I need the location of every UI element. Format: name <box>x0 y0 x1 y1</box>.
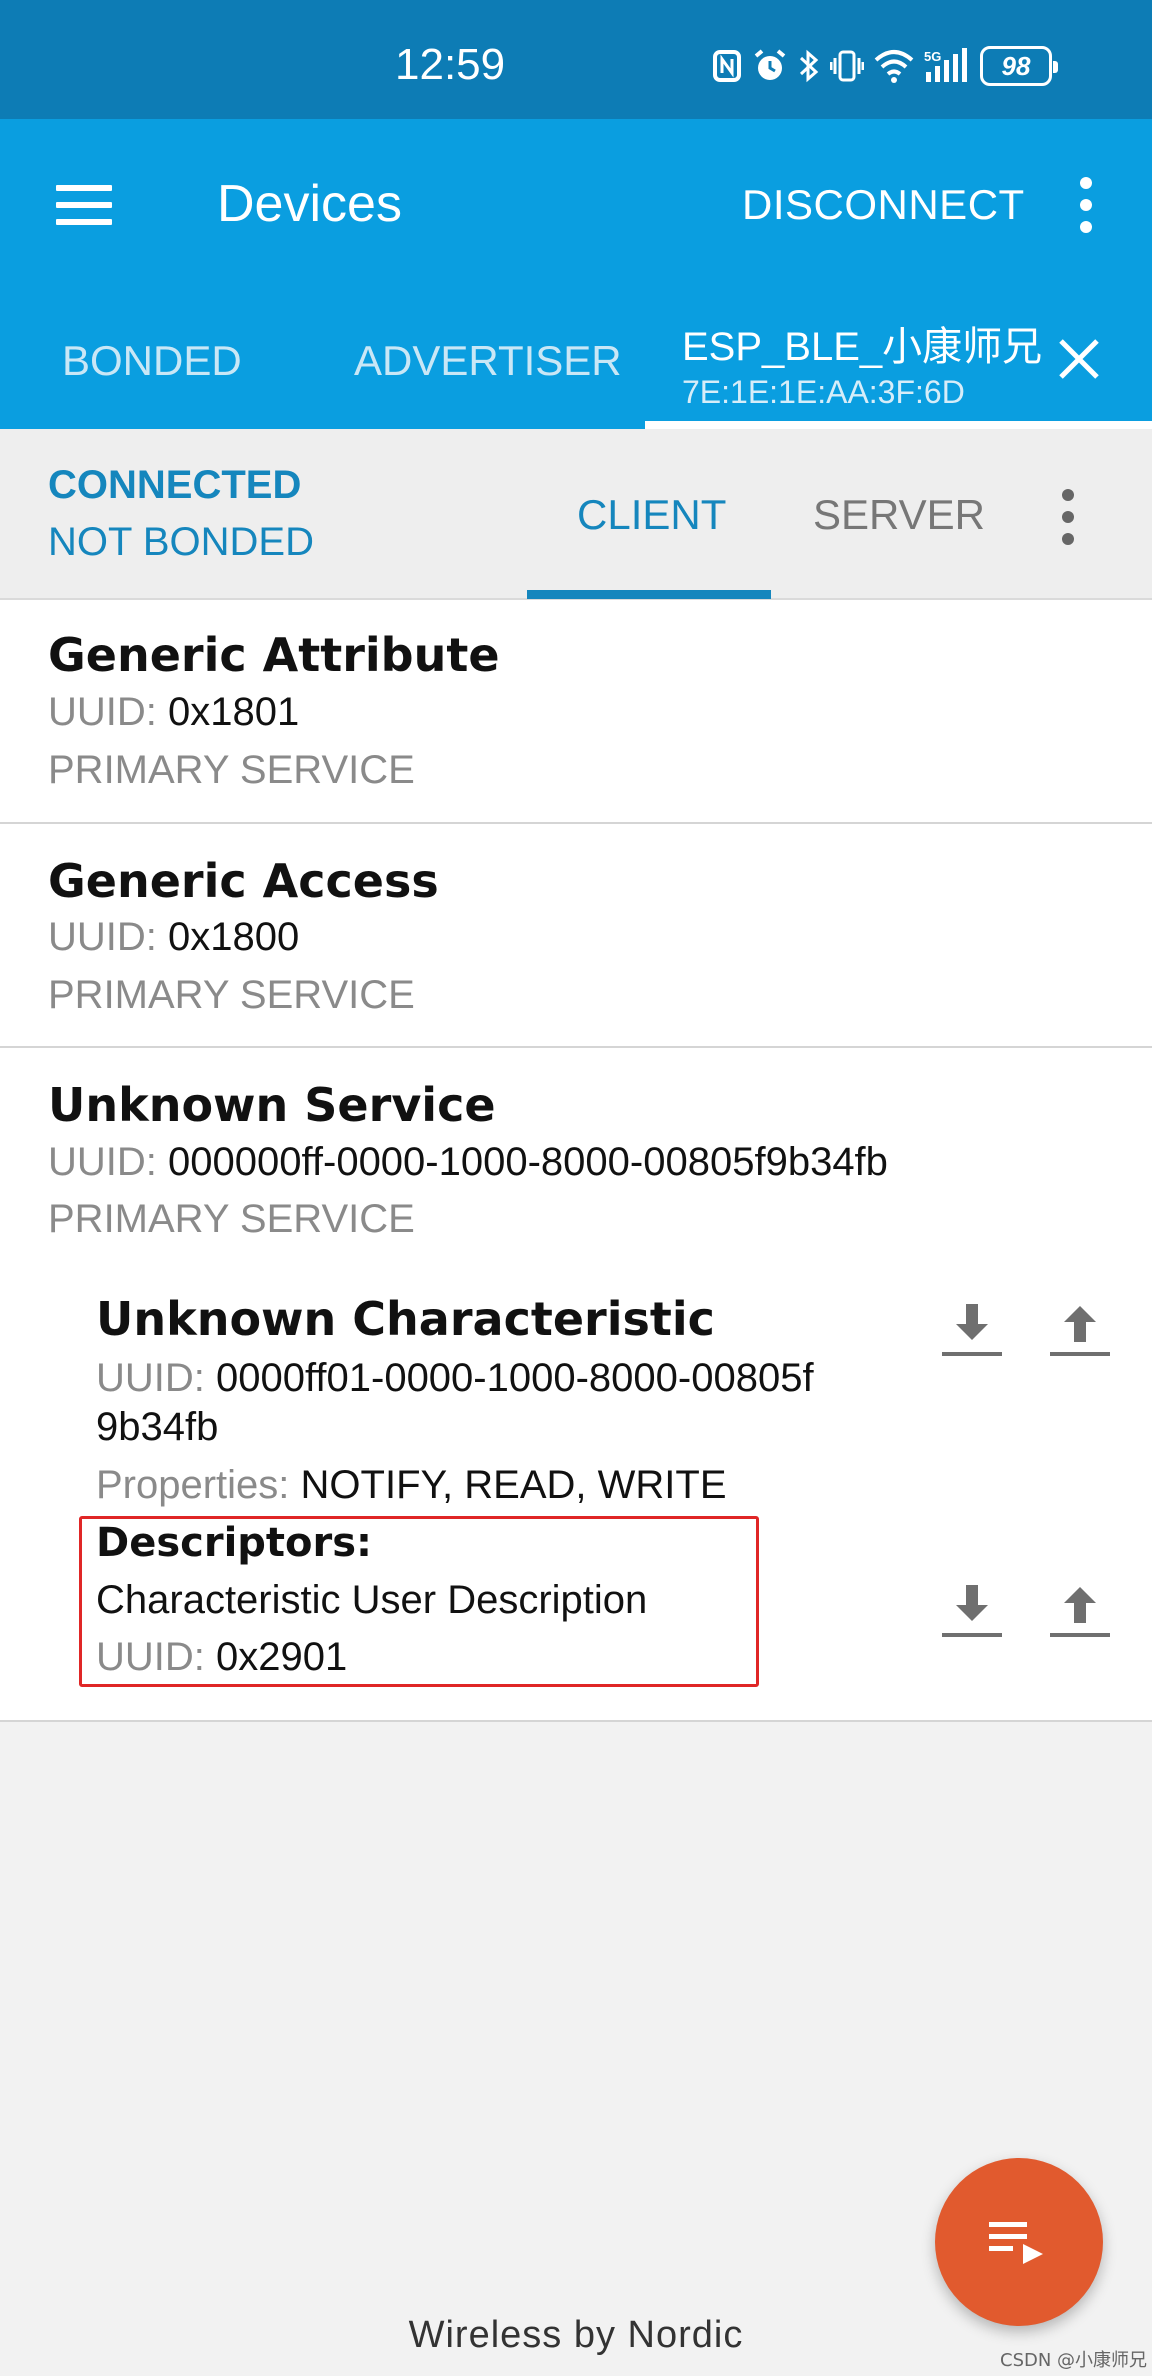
menu-icon[interactable] <box>56 185 112 225</box>
characteristic-name: Unknown Characteristic <box>96 1292 715 1346</box>
nfc-icon <box>713 50 741 82</box>
service-type: PRIMARY SERVICE <box>48 1197 415 1241</box>
service-name: Generic Attribute <box>48 628 500 682</box>
svg-text:5G: 5G <box>924 49 941 64</box>
playlist-play-icon <box>989 2222 1043 2264</box>
footer-text: Wireless by Nordic <box>408 2314 744 2356</box>
service-type: PRIMARY SERVICE <box>48 748 415 792</box>
service-item[interactable]: Generic Access UUID: 0x1800 PRIMARY SERV… <box>0 824 1152 1048</box>
characteristic-uuid: UUID: 0000ff01-0000-1000-8000-00805f <box>96 1356 814 1400</box>
service-name: Generic Access <box>48 854 439 908</box>
descriptor-name: Characteristic User Description <box>96 1578 648 1622</box>
service-name: Unknown Service <box>48 1078 496 1132</box>
disconnect-button[interactable]: DISCONNECT <box>742 181 1025 229</box>
device-name: ESP_BLE_小康师兄 <box>682 325 1043 369</box>
page-title: Devices <box>217 175 402 233</box>
tab-indicator <box>645 421 1152 429</box>
service-uuid: UUID: 000000ff-0000-1000-8000-00805f9b34… <box>48 1140 888 1184</box>
write-upload-icon[interactable] <box>1048 1581 1112 1641</box>
log-fab-button[interactable] <box>935 2158 1103 2326</box>
write-upload-icon[interactable] <box>1048 1300 1112 1360</box>
device-address: 7E:1E:1E:AA:3F:6D <box>682 374 965 410</box>
tab-client[interactable]: CLIENT <box>577 491 726 539</box>
bluetooth-icon <box>799 49 819 83</box>
status-bar: 12:59 5G 98 <box>0 0 1152 119</box>
connection-state: CONNECTED <box>48 463 302 507</box>
watermark: CSDN @小康师兄 <box>1000 2350 1148 2371</box>
tab-server[interactable]: SERVER <box>813 491 985 539</box>
status-time: 12:59 <box>395 40 506 89</box>
service-uuid: UUID: 0x1800 <box>48 915 300 959</box>
wifi-icon <box>874 50 914 83</box>
tab-advertiser[interactable]: ADVERTISER <box>354 337 622 385</box>
alarm-icon <box>754 49 786 80</box>
service-type: PRIMARY SERVICE <box>48 973 415 1017</box>
characteristic-uuid-cont: 9b34fb <box>96 1405 219 1449</box>
read-download-icon[interactable] <box>940 1300 1004 1360</box>
bond-state: NOT BONDED <box>48 520 314 564</box>
descriptor-uuid: UUID: 0x2901 <box>96 1635 348 1679</box>
signal-5g-icon: 5G <box>924 48 967 82</box>
descriptors-label: Descriptors: <box>96 1520 373 1566</box>
service-uuid: UUID: 0x1801 <box>48 690 300 734</box>
status-icons: 5G 98 <box>712 46 1058 86</box>
battery-indicator: 98 <box>980 46 1058 86</box>
more-options-icon[interactable] <box>1056 489 1080 545</box>
characteristic-properties: Properties: NOTIFY, READ, WRITE <box>96 1463 727 1507</box>
service-item[interactable]: Unknown Service UUID: 000000ff-0000-1000… <box>0 1048 1152 1722</box>
subtab-indicator <box>527 590 771 599</box>
tab-device[interactable]: ESP_BLE_小康师兄 7E:1E:1E:AA:3F:6D <box>682 314 1042 411</box>
connection-bar: CONNECTED NOT BONDED CLIENT SERVER <box>0 429 1152 600</box>
more-options-icon[interactable] <box>1074 177 1098 233</box>
close-icon[interactable] <box>1055 335 1103 383</box>
app-toolbar: Devices DISCONNECT BONDED ADVERTISER ESP… <box>0 119 1152 429</box>
read-download-icon[interactable] <box>940 1581 1004 1641</box>
vibrate-icon <box>830 50 864 82</box>
tab-bonded[interactable]: BONDED <box>62 337 242 385</box>
service-item[interactable]: Generic Attribute UUID: 0x1801 PRIMARY S… <box>0 600 1152 824</box>
